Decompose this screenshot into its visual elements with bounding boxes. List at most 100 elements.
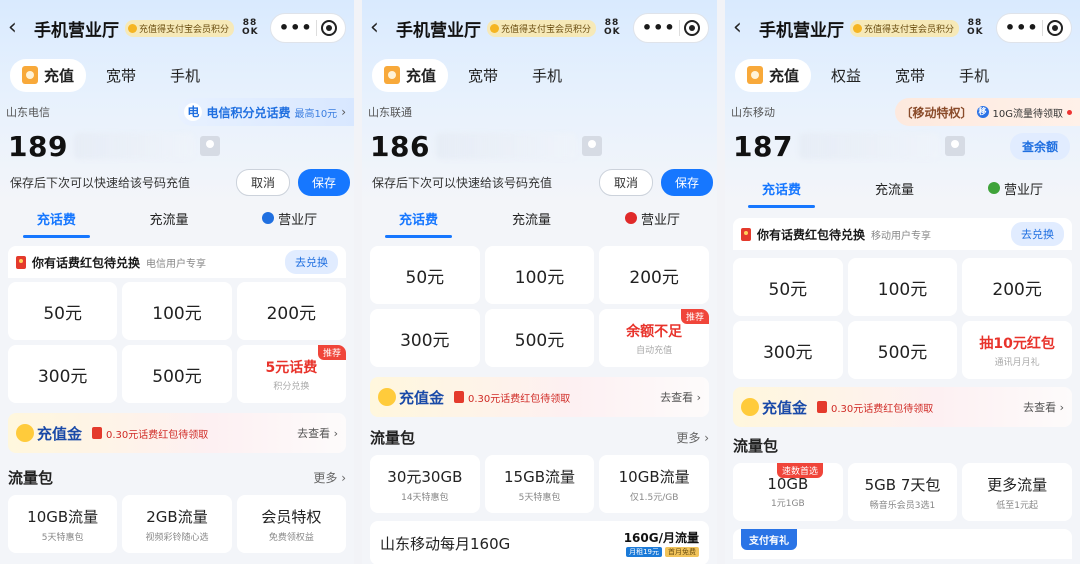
amount-option[interactable]: 500元 bbox=[847, 321, 958, 379]
package-option[interactable]: 30元30GB 14天特惠包 bbox=[370, 455, 480, 513]
phone-number[interactable]: 189 bbox=[8, 130, 68, 163]
back-arrow-icon[interactable]: ‹ bbox=[8, 17, 28, 39]
contacts-icon[interactable] bbox=[944, 136, 965, 156]
amount-option[interactable]: 100元 bbox=[484, 246, 595, 304]
tab-data[interactable]: 充流量 bbox=[871, 173, 918, 204]
save-button[interactable]: 保存 bbox=[297, 168, 350, 196]
more-options-icon[interactable]: ••• bbox=[642, 20, 676, 36]
tab-call-credit[interactable]: 充话费 bbox=[384, 203, 453, 238]
redeem-button[interactable]: 去兑换 bbox=[1011, 222, 1064, 246]
amount-option[interactable]: 50元 bbox=[370, 246, 480, 304]
package-option[interactable]: 10GB流量 仅1.5元/GB bbox=[599, 455, 709, 513]
amount-option[interactable]: 200元 bbox=[236, 282, 346, 340]
phone-number[interactable]: 186 bbox=[370, 130, 430, 163]
tab-benefits[interactable]: 权益 bbox=[817, 59, 875, 92]
package-option[interactable]: 5GB 7天包 畅音乐会员3选1 bbox=[847, 463, 958, 521]
check-balance-button[interactable]: 查余额 bbox=[1009, 132, 1070, 160]
tab-data[interactable]: 充流量 bbox=[145, 203, 192, 234]
recharge-gold-bar[interactable]: 充值金 0.30元话费红包待领取 去查看 › bbox=[733, 387, 1072, 427]
recharge-gold-bar[interactable]: 充值金 0.30元话费红包待领取 去查看 › bbox=[8, 413, 346, 453]
more-options-icon[interactable]: ••• bbox=[1005, 20, 1039, 36]
view-link[interactable]: 去查看 › bbox=[297, 425, 338, 441]
amount-option[interactable]: 500元 bbox=[122, 345, 232, 403]
package-option[interactable]: 15GB流量 5天特惠包 bbox=[484, 455, 595, 513]
tab-service-hall[interactable]: 营业厅 bbox=[258, 203, 321, 234]
more-link[interactable]: 更多 › bbox=[676, 429, 709, 446]
banner-offer: 160G/月流量 bbox=[623, 531, 699, 545]
amount-option[interactable]: 200元 bbox=[962, 258, 1072, 316]
tab-broadband[interactable]: 宽带 bbox=[881, 59, 939, 92]
cancel-button[interactable]: 取消 bbox=[235, 168, 290, 196]
points-badge[interactable]: 充值得支付宝会员积分 bbox=[850, 19, 960, 37]
close-mini-app-icon[interactable] bbox=[1047, 20, 1064, 36]
close-mini-app-icon[interactable] bbox=[321, 20, 338, 36]
qr-scan-icon[interactable]: 88 OK bbox=[604, 19, 620, 37]
gold-text: 0.30元话费红包待领取 bbox=[831, 403, 934, 415]
package-option[interactable]: 10GB流量 5天特惠包 bbox=[8, 495, 118, 553]
tab-broadband[interactable]: 宽带 bbox=[454, 59, 512, 92]
points-redeem-option[interactable]: 推荐 5元话费 积分兑换 bbox=[236, 345, 346, 403]
monthly-data-banner[interactable]: 山东移动每月160G 160G/月流量 月租19元 首月免费 bbox=[370, 521, 709, 564]
points-badge[interactable]: 充值得支付宝会员积分 bbox=[125, 19, 235, 37]
save-button[interactable]: 保存 bbox=[660, 168, 713, 196]
capsule-divider bbox=[679, 20, 681, 36]
tab-call-credit[interactable]: 充话费 bbox=[747, 173, 816, 208]
amount-option[interactable]: 500元 bbox=[484, 309, 595, 367]
package-option[interactable]: 会员特权 免费领权益 bbox=[236, 495, 346, 553]
tab-service-hall[interactable]: 营业厅 bbox=[984, 173, 1047, 204]
phone-number-row: 189 bbox=[0, 126, 354, 166]
tab-recharge[interactable]: 充值 bbox=[372, 58, 449, 92]
qr-scan-icon[interactable]: 88 OK bbox=[967, 19, 983, 37]
pay-gift-card[interactable]: 支付有礼 bbox=[733, 529, 1072, 559]
view-link[interactable]: 去查看 › bbox=[660, 389, 701, 405]
tab-data[interactable]: 充流量 bbox=[508, 203, 555, 234]
amount-label: 100元 bbox=[514, 267, 565, 288]
package-option[interactable]: 2GB流量 视频彩铃随心选 bbox=[122, 495, 232, 553]
amount-option[interactable]: 300元 bbox=[8, 345, 118, 403]
tab-recharge[interactable]: 充值 bbox=[10, 58, 87, 92]
contacts-icon[interactable] bbox=[581, 136, 602, 156]
low-balance-option[interactable]: 推荐 余额不足 自动充值 bbox=[599, 309, 709, 367]
amount-option[interactable]: 100元 bbox=[847, 258, 958, 316]
redpacket-sub: 电信用户专享 bbox=[146, 258, 207, 270]
amount-option[interactable]: 300元 bbox=[370, 309, 480, 367]
tab-phone[interactable]: 手机 bbox=[156, 59, 214, 92]
package-header: 流量包 更多 › bbox=[0, 459, 354, 495]
tab-phone[interactable]: 手机 bbox=[518, 59, 576, 92]
recharge-gold-bar[interactable]: 充值金 0.30元话费红包待领取 去查看 › bbox=[370, 377, 709, 417]
phone-number[interactable]: 187 bbox=[733, 130, 793, 163]
cancel-button[interactable]: 取消 bbox=[598, 168, 653, 196]
banner-right: 160G/月流量 月租19元 首月免费 bbox=[624, 529, 699, 557]
back-arrow-icon[interactable]: ‹ bbox=[370, 17, 390, 39]
package-title: 流量包 bbox=[733, 436, 779, 455]
view-link[interactable]: 去查看 › bbox=[1023, 399, 1064, 415]
more-options-icon[interactable]: ••• bbox=[279, 20, 313, 36]
points-exchange-banner[interactable]: 电 电信积分兑话费 最高10元 › bbox=[178, 98, 354, 126]
more-link[interactable]: 更多 › bbox=[313, 469, 346, 486]
unicom-logo-icon bbox=[624, 212, 637, 224]
tab-call-credit[interactable]: 充话费 bbox=[22, 203, 90, 238]
qr-scan-icon[interactable]: 88 OK bbox=[242, 19, 258, 37]
points-redeem-label: 5元话费 bbox=[265, 359, 318, 376]
tab-broadband[interactable]: 宽带 bbox=[92, 59, 150, 92]
tab-phone[interactable]: 手机 bbox=[945, 59, 1003, 92]
mobile-privilege-banner[interactable]: 〔移动特权〕 移 10G流量待领取 bbox=[894, 98, 1080, 126]
amount-option[interactable]: 50元 bbox=[733, 258, 843, 316]
redeem-button[interactable]: 去兑换 bbox=[285, 250, 338, 274]
redpacket-row: 你有话费红包待兑换 移动用户专享 去兑换 bbox=[733, 218, 1072, 250]
tab-recharge[interactable]: 充值 bbox=[735, 58, 812, 92]
contacts-icon[interactable] bbox=[199, 136, 220, 156]
lucky-draw-option[interactable]: 抽10元红包 通讯月月礼 bbox=[962, 321, 1072, 379]
phone-number-row: 187 查余额 bbox=[725, 126, 1080, 166]
amount-option[interactable]: 300元 bbox=[733, 321, 843, 379]
package-option[interactable]: 更多流量 低至1元起 bbox=[962, 463, 1072, 521]
amount-option[interactable]: 50元 bbox=[8, 282, 118, 340]
points-badge[interactable]: 充值得支付宝会员积分 bbox=[487, 19, 597, 37]
package-option[interactable]: 速数首选 10GB 1元1GB bbox=[733, 463, 843, 521]
back-arrow-icon[interactable]: ‹ bbox=[733, 17, 753, 39]
gold-mascot-icon bbox=[378, 388, 396, 406]
amount-option[interactable]: 200元 bbox=[599, 246, 709, 304]
tab-service-hall[interactable]: 营业厅 bbox=[621, 203, 684, 234]
close-mini-app-icon[interactable] bbox=[684, 20, 701, 36]
amount-option[interactable]: 100元 bbox=[122, 282, 232, 340]
